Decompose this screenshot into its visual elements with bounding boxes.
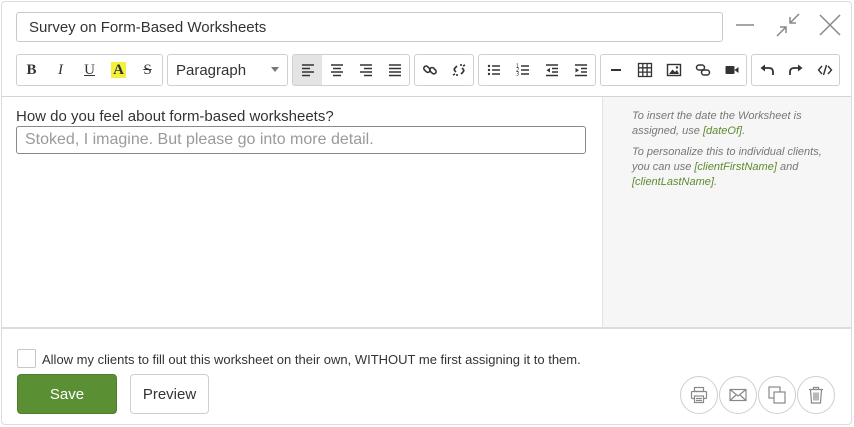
collapse-button[interactable] <box>773 10 803 40</box>
caret-down-icon <box>271 67 279 72</box>
date-help-text: To insert the date the Worksheet is assi… <box>632 109 837 139</box>
table-icon <box>637 62 652 78</box>
redo-button[interactable] <box>781 55 810 85</box>
save-button[interactable]: Save <box>17 374 117 414</box>
numbered-list-icon: 123 <box>516 64 529 78</box>
unlink-icon <box>452 64 465 76</box>
link-group <box>414 54 474 86</box>
bold-button[interactable]: B <box>17 55 46 85</box>
client-last-name-tag: [clientLastName] <box>632 176 714 188</box>
email-button[interactable] <box>719 376 757 414</box>
outdent-icon <box>545 64 558 77</box>
video-button[interactable] <box>717 55 746 85</box>
outdent-button[interactable] <box>537 55 566 85</box>
editor-toolbar: B I U A S Paragraph 123 <box>16 54 844 86</box>
editor-content[interactable]: How do you feel about form-based workshe… <box>1 97 602 327</box>
strikethrough-button[interactable]: S <box>133 55 162 85</box>
paragraph-format-select[interactable]: Paragraph <box>168 55 287 85</box>
align-right-icon <box>359 64 372 77</box>
minimize-button[interactable] <box>730 10 760 40</box>
close-icon <box>819 14 841 36</box>
svg-text:3: 3 <box>516 72 519 78</box>
align-justify-icon <box>388 64 401 77</box>
self-assign-label: Allow my clients to fill out this worksh… <box>42 352 581 367</box>
answer-input[interactable] <box>16 126 586 154</box>
highlight-button[interactable]: A <box>104 55 133 85</box>
horizontal-rule-button[interactable] <box>601 55 630 85</box>
image-button[interactable] <box>659 55 688 85</box>
preview-button[interactable]: Preview <box>130 374 209 414</box>
align-right-button[interactable] <box>351 55 380 85</box>
personalize-help-and: and <box>776 161 799 173</box>
print-button[interactable] <box>680 376 718 414</box>
table-button[interactable] <box>630 55 659 85</box>
image-icon <box>666 63 681 77</box>
duplicate-button[interactable] <box>758 376 796 414</box>
video-icon <box>725 66 738 74</box>
unlink-button[interactable] <box>444 55 473 85</box>
self-assign-checkbox[interactable] <box>17 349 36 368</box>
question-label: How do you feel about form-based workshe… <box>16 108 334 125</box>
duplicate-icon <box>768 386 786 404</box>
horizontal-rule-icon <box>610 69 621 71</box>
code-view-button[interactable] <box>810 55 839 85</box>
underline-button[interactable]: U <box>75 55 104 85</box>
personalize-help-text: To personalize this to individual client… <box>632 145 837 190</box>
worksheet-title-input[interactable] <box>16 12 723 42</box>
date-of-tag: [dateOf] <box>702 125 743 137</box>
align-left-button[interactable] <box>293 55 322 85</box>
email-icon <box>729 388 747 402</box>
code-icon <box>817 64 832 76</box>
bullet-list-button[interactable] <box>479 55 508 85</box>
highlight-icon: A <box>111 62 126 78</box>
trash-icon <box>809 386 823 404</box>
help-sidebar: To insert the date the Worksheet is assi… <box>602 97 851 327</box>
indent-icon <box>574 64 587 77</box>
undo-button[interactable] <box>752 55 781 85</box>
align-left-icon <box>301 64 314 77</box>
paragraph-format-value: Paragraph <box>176 61 247 79</box>
indent-button[interactable] <box>566 55 595 85</box>
insert-group <box>600 54 747 86</box>
personalize-help-end: . <box>713 176 717 188</box>
alignment-group <box>292 54 410 86</box>
redo-icon <box>788 64 802 75</box>
numbered-list-button[interactable]: 123 <box>508 55 537 85</box>
embed-icon <box>695 64 710 76</box>
close-button[interactable] <box>815 10 845 40</box>
print-icon <box>690 386 708 404</box>
link-icon <box>422 65 437 75</box>
text-style-group: B I U A S <box>16 54 163 86</box>
align-justify-button[interactable] <box>380 55 409 85</box>
link-button[interactable] <box>415 55 444 85</box>
list-group: 123 <box>478 54 596 86</box>
history-group <box>751 54 840 86</box>
undo-icon <box>760 64 774 75</box>
collapse-icon <box>776 13 800 37</box>
bullet-list-icon <box>487 64 500 76</box>
embed-button[interactable] <box>688 55 717 85</box>
align-center-button[interactable] <box>322 55 351 85</box>
italic-button[interactable]: I <box>46 55 75 85</box>
footer-divider <box>1 327 851 329</box>
minimize-icon <box>736 24 754 26</box>
client-first-name-tag: [clientFirstName] <box>694 161 777 173</box>
delete-button[interactable] <box>797 376 835 414</box>
format-group: Paragraph <box>167 54 288 86</box>
align-center-icon <box>330 64 343 77</box>
date-help-end: . <box>742 125 746 137</box>
